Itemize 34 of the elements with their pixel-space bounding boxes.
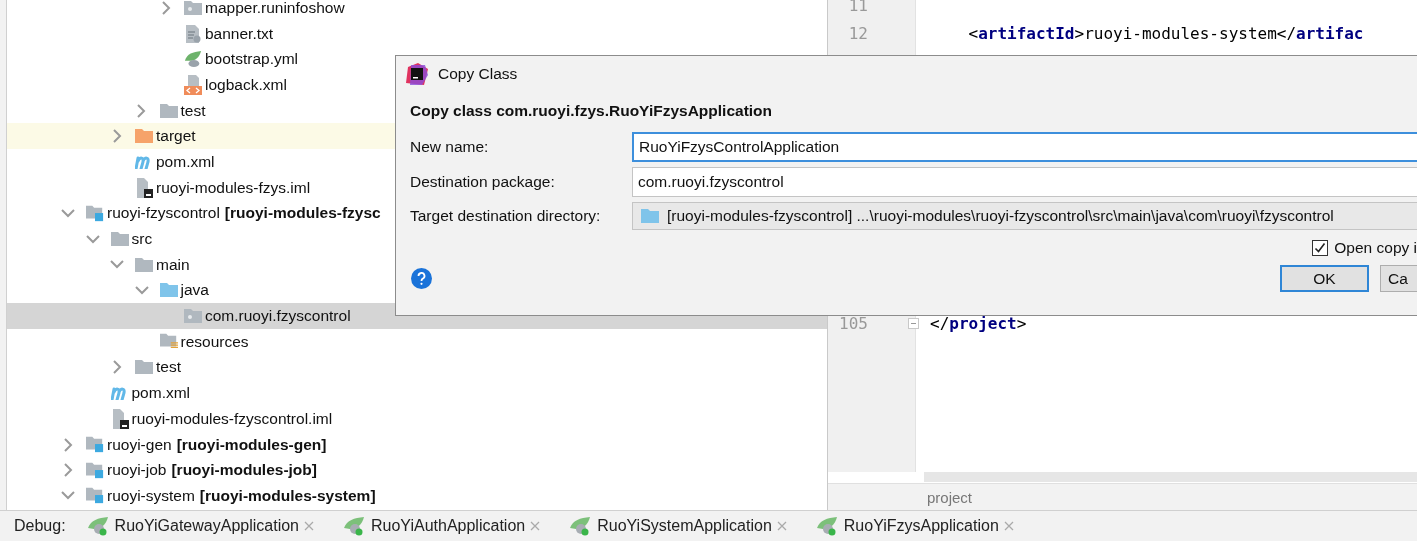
item-label: ruoyi-modules-fzyscontrol.iml	[131, 409, 333, 428]
item-label: com.ruoyi.fzyscontrol	[205, 307, 351, 326]
code-line: </project>	[930, 313, 1027, 333]
debug-label: Debug:	[14, 517, 66, 535]
field-label: Destination package:	[410, 173, 556, 191]
item-label: mapper.runinfoshow	[205, 0, 345, 17]
item-label: ruoyi-system	[107, 486, 195, 505]
item-label: banner.txt	[205, 24, 274, 43]
line-number: 105	[838, 313, 868, 333]
item-label: target	[156, 127, 196, 146]
code-line: <artifactId>ruoyi-modules-system</artifac	[967, 23, 1364, 43]
item-label: src	[131, 230, 153, 249]
item-label: ruoyi-fzyscontrol	[107, 204, 220, 223]
dialog-heading: Copy class com.ruoyi.fzys.RuoYiFzysApplication	[410, 102, 773, 119]
item-label: bootstrap.yml	[205, 50, 299, 69]
line-number: 12	[847, 23, 868, 43]
field-label: Target destination directory:	[410, 207, 602, 225]
item-label: java	[180, 281, 209, 300]
dialog-title: Copy Class	[438, 65, 518, 83]
field-label: New name:	[410, 138, 490, 156]
item-label: ruoyi-gen	[107, 435, 172, 454]
item-label: main	[156, 255, 190, 274]
module-name: [ruoyi-modules-job]	[171, 461, 317, 480]
item-label: pom.xml	[156, 152, 215, 171]
item-label: test	[156, 358, 181, 377]
module-name: [ruoyi-modules-fzysc	[224, 204, 381, 223]
item-label: ruoyi-modules-fzys.iml	[156, 178, 311, 197]
module-name: [ruoyi-modules-gen]	[176, 435, 327, 454]
item-label: logback.xml	[205, 75, 287, 94]
item-label: ruoyi-job	[107, 461, 167, 480]
item-label: test	[180, 101, 206, 120]
module-name: [ruoyi-modules-system]	[199, 486, 376, 505]
item-label: resources	[180, 332, 249, 351]
item-label: pom.xml	[131, 384, 191, 403]
